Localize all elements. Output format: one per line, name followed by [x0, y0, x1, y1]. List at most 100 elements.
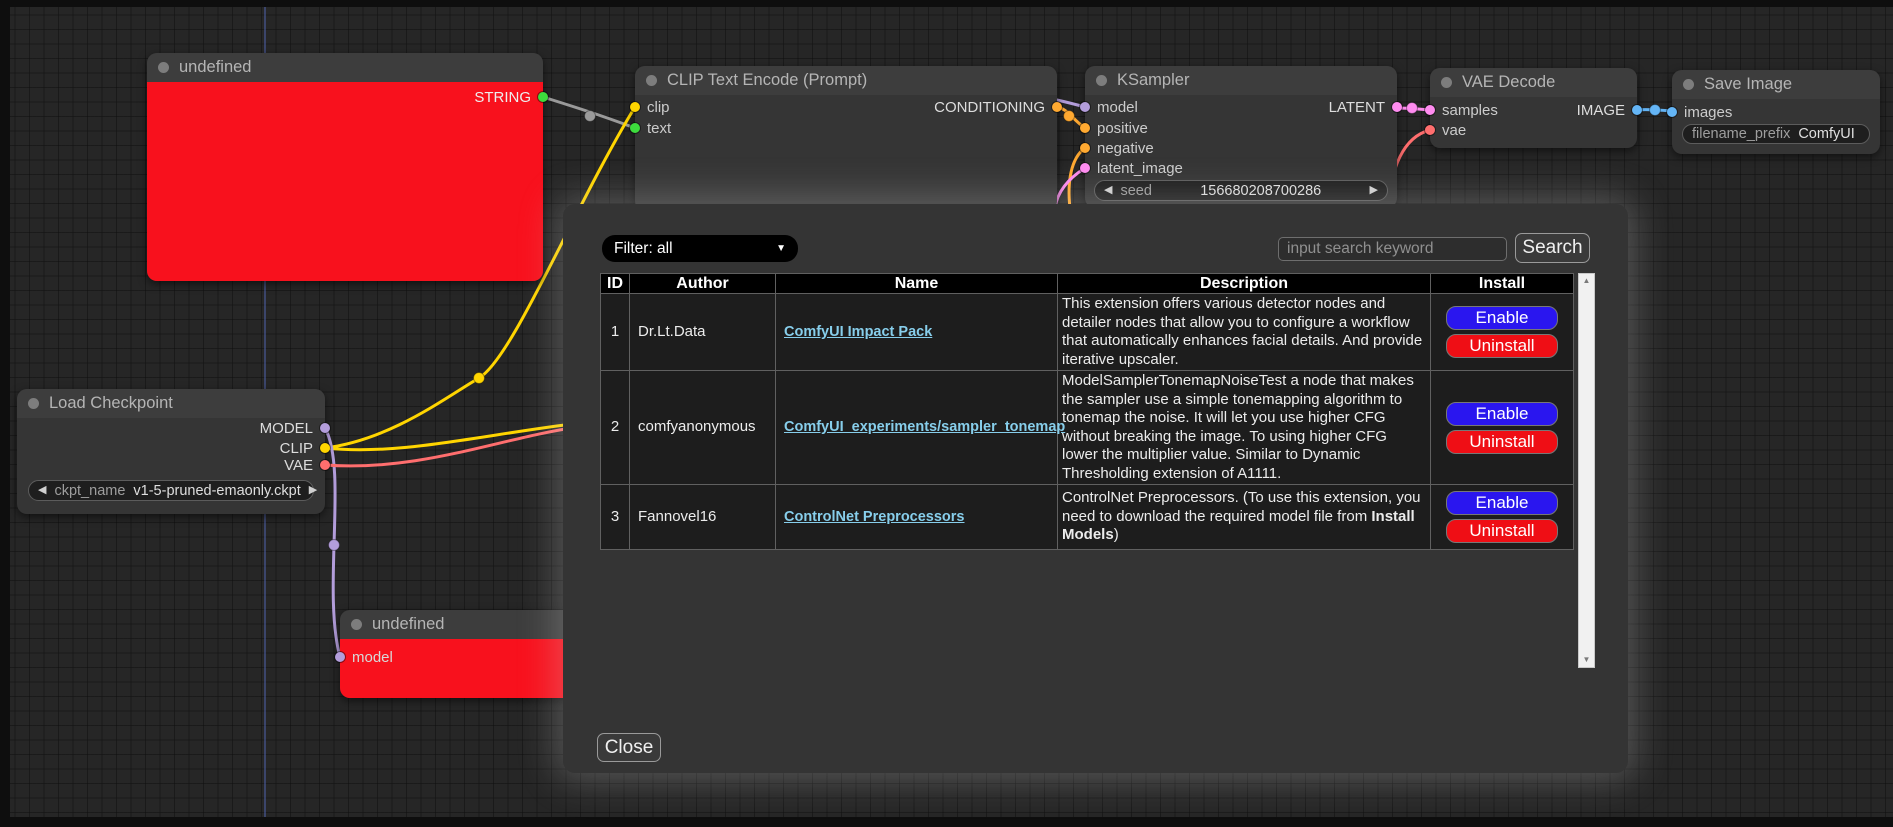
scroll-down-icon[interactable]: ▼	[1579, 653, 1594, 667]
node-ksampler[interactable]: KSampler model positive negative latent_…	[1085, 66, 1397, 208]
decrement-arrow-icon[interactable]: ◀	[38, 485, 46, 496]
cell-author: Dr.Lt.Data	[630, 294, 776, 371]
column-header-install: Install	[1431, 274, 1574, 294]
input-port-vae[interactable]: vae	[1425, 120, 1466, 140]
input-port-latent-image[interactable]: latent_image	[1080, 158, 1183, 178]
node-vae-decode[interactable]: VAE Decode samples vae IMAGE	[1430, 68, 1637, 148]
enable-button[interactable]: Enable	[1446, 306, 1558, 330]
node-title-bar[interactable]: undefined	[147, 53, 543, 82]
column-header-id: ID	[601, 274, 630, 294]
node-title-bar[interactable]: KSampler	[1085, 66, 1397, 95]
uninstall-button[interactable]: Uninstall	[1446, 519, 1558, 543]
input-port-positive[interactable]: positive	[1080, 118, 1148, 138]
cell-id: 3	[601, 485, 630, 550]
port-dot-text[interactable]	[630, 123, 640, 133]
enable-button[interactable]: Enable	[1446, 402, 1558, 426]
port-dot-model-in[interactable]	[335, 652, 345, 662]
scroll-up-icon[interactable]: ▲	[1579, 274, 1594, 288]
link-dot-string	[585, 111, 596, 122]
link-dot-clip	[474, 373, 485, 384]
node-save-image[interactable]: Save Image images filename_prefix ComfyU…	[1672, 70, 1880, 154]
cell-install: Enable Uninstall	[1431, 294, 1574, 371]
output-port-string[interactable]: STRING	[474, 87, 548, 107]
port-dot-images[interactable]	[1667, 107, 1677, 117]
output-port-latent[interactable]: LATENT	[1329, 97, 1402, 117]
widget-label: ckpt_name	[54, 483, 125, 499]
node-title-bar[interactable]: Load Checkpoint	[17, 389, 325, 418]
cell-description: This extension offers various detector n…	[1058, 294, 1431, 371]
decrement-arrow-icon[interactable]: ◀	[1104, 185, 1112, 196]
uninstall-button[interactable]: Uninstall	[1446, 430, 1558, 454]
enable-button[interactable]: Enable	[1446, 491, 1558, 515]
node-title-bar[interactable]: CLIP Text Encode (Prompt)	[635, 66, 1057, 95]
node-collapse-icon[interactable]	[351, 619, 362, 630]
input-port-model[interactable]: model	[335, 647, 393, 667]
input-port-clip[interactable]: clip	[630, 97, 670, 117]
cell-description: ControlNet Preprocessors. (To use this e…	[1058, 485, 1431, 550]
node-clip-text-encode[interactable]: CLIP Text Encode (Prompt) clip text COND…	[635, 66, 1057, 211]
node-title-bar[interactable]: Save Image	[1672, 70, 1880, 99]
port-dot-latent-image[interactable]	[1080, 163, 1090, 173]
node-collapse-icon[interactable]	[1441, 77, 1452, 88]
input-port-model[interactable]: model	[1080, 97, 1138, 117]
output-port-conditioning[interactable]: CONDITIONING	[934, 97, 1062, 117]
input-port-images[interactable]: images	[1667, 102, 1732, 122]
close-button[interactable]: Close	[597, 733, 661, 762]
port-dot-vae-out[interactable]	[320, 460, 330, 470]
node-title-bar[interactable]: VAE Decode	[1430, 68, 1637, 97]
output-port-model[interactable]: MODEL	[260, 418, 330, 438]
filter-select[interactable]: Filter: all ▼	[602, 235, 798, 262]
port-dot-model[interactable]	[1080, 102, 1090, 112]
port-dot-clip[interactable]	[630, 102, 640, 112]
increment-arrow-icon[interactable]: ▶	[1370, 185, 1378, 196]
node-collapse-icon[interactable]	[1096, 75, 1107, 86]
node-title: undefined	[372, 615, 445, 634]
node-collapse-icon[interactable]	[158, 62, 169, 73]
node-collapse-icon[interactable]	[646, 75, 657, 86]
input-port-samples[interactable]: samples	[1425, 100, 1498, 120]
node-title: KSampler	[1117, 71, 1189, 90]
node-body	[147, 82, 543, 281]
cell-id: 2	[601, 371, 630, 485]
uninstall-button[interactable]: Uninstall	[1446, 334, 1558, 358]
node-title: undefined	[179, 58, 252, 77]
description-text: This extension offers various detector n…	[1062, 295, 1422, 368]
port-dot-negative[interactable]	[1080, 143, 1090, 153]
port-dot-clip-out[interactable]	[320, 443, 330, 453]
node-collapse-icon[interactable]	[1683, 79, 1694, 90]
port-dot-samples[interactable]	[1425, 105, 1435, 115]
extension-link[interactable]: ControlNet Preprocessors	[784, 509, 965, 525]
port-dot-vae[interactable]	[1425, 125, 1435, 135]
node-collapse-icon[interactable]	[28, 398, 39, 409]
port-dot-latent[interactable]	[1392, 102, 1402, 112]
ckpt-name-widget[interactable]: ◀ ckpt_name v1-5-pruned-emaonly.ckpt ▶	[28, 480, 314, 501]
node-title-bar[interactable]: undefined	[340, 610, 575, 639]
extension-link[interactable]: ComfyUI Impact Pack	[784, 324, 932, 340]
port-dot-conditioning[interactable]	[1052, 102, 1062, 112]
port-dot-model-out[interactable]	[320, 423, 330, 433]
description-text: ModelSamplerTonemapNoiseTest a node that…	[1062, 372, 1414, 482]
cell-author: Fannovel16	[630, 485, 776, 550]
cell-name: ComfyUI_experiments/sampler_tonemap	[776, 371, 1058, 485]
port-dot-image[interactable]	[1632, 105, 1642, 115]
node-title: VAE Decode	[1462, 73, 1555, 92]
extension-link[interactable]: ComfyUI_experiments/sampler_tonemap	[784, 419, 1065, 435]
filename-prefix-widget[interactable]: filename_prefix ComfyUI	[1682, 124, 1870, 144]
node-undefined-bottom[interactable]: undefined model	[340, 610, 575, 698]
input-port-text[interactable]: text	[630, 118, 671, 138]
port-dot-positive[interactable]	[1080, 123, 1090, 133]
cell-install: Enable Uninstall	[1431, 485, 1574, 550]
node-title: CLIP Text Encode (Prompt)	[667, 71, 867, 90]
search-input[interactable]	[1278, 237, 1507, 261]
node-undefined-top[interactable]: undefined STRING	[147, 53, 543, 281]
seed-widget[interactable]: ◀ seed 156680208700286 ▶	[1094, 180, 1388, 201]
increment-arrow-icon[interactable]: ▶	[309, 485, 317, 496]
node-load-checkpoint[interactable]: Load Checkpoint MODEL CLIP VAE ◀ ckpt_na…	[17, 389, 325, 514]
port-dot-string[interactable]	[538, 92, 548, 102]
search-button[interactable]: Search	[1515, 233, 1590, 263]
input-port-negative[interactable]: negative	[1080, 138, 1154, 158]
widget-value: ComfyUI	[1798, 126, 1866, 142]
output-port-vae[interactable]: VAE	[284, 455, 330, 475]
table-scrollbar[interactable]: ▲ ▼	[1578, 273, 1595, 668]
output-port-image[interactable]: IMAGE	[1577, 100, 1642, 120]
